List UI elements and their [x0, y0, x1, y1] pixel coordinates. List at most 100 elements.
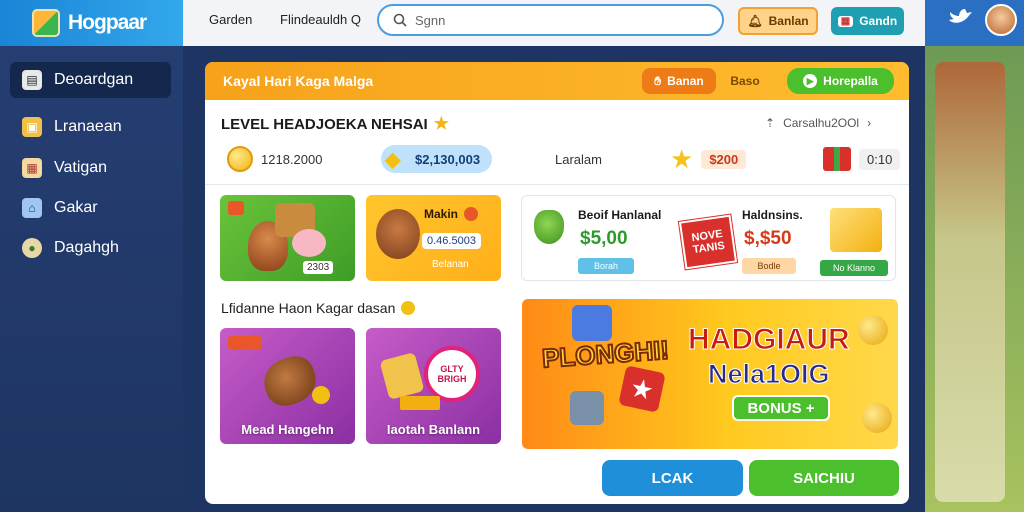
sidebar-item-home[interactable]: ▤ Deoardgan	[10, 62, 171, 98]
search-input[interactable]: Sgnn	[377, 4, 724, 36]
bell-button[interactable]: 🔔︎ Banlan	[738, 7, 818, 35]
sidebar-item-label: Dagahgh	[54, 239, 119, 256]
chevron-right-icon: ›	[867, 116, 872, 130]
coin-stat: 1218.2000	[227, 144, 322, 174]
banner-title: Kayal Hari Kaga Malga	[223, 73, 374, 89]
game-shop-screen: Hogpaar ▤ Deoardgan ▣ Lranaean ▦ Vatigan…	[0, 0, 1024, 512]
shop-icon: ▦	[22, 158, 42, 178]
sidebar: Hogpaar ▤ Deoardgan ▣ Lranaean ▦ Vatigan…	[0, 0, 183, 512]
app-name: Hogpaar	[68, 11, 147, 34]
offer-3-button[interactable]: No Klanno	[820, 260, 888, 276]
lab-label: Laralam	[555, 151, 602, 167]
star-stat: ★ $200	[670, 143, 747, 174]
banner-pill-2[interactable]: Baso	[725, 68, 765, 94]
offer-card: Beoif Hanlanal $5,00 Borah NOVE TANIS Ha…	[521, 195, 896, 281]
side-panel-decoration	[935, 62, 1005, 502]
user-icon: ●	[22, 238, 42, 258]
coin-small-icon	[401, 301, 416, 315]
shop-card-2[interactable]: Makin 0.46.5003 Belanan	[366, 195, 501, 281]
offer-stamp: NOVE TANIS	[678, 214, 738, 270]
bell-button-label: Banlan	[768, 14, 809, 28]
gem-icon: ◆	[385, 149, 401, 171]
coin-icon	[862, 403, 892, 433]
top-bar: Garden Flindeauldh Q Sgnn 🔔︎ Banlan ▦ Ga…	[183, 0, 925, 46]
app-logo[interactable]: Hogpaar	[0, 0, 183, 46]
star-icon: ★	[433, 114, 449, 133]
level-heading: LEVEL HEADJOEKA NEHSAI ★	[221, 114, 449, 134]
sidebar-item-rewards[interactable]: ▣ Lranaean	[10, 109, 171, 145]
search-icon	[393, 13, 407, 27]
star-value: $200	[701, 149, 747, 169]
search-placeholder: Sgnn	[415, 12, 446, 28]
level-right-label[interactable]: ⇡ Carsalhu2OOl ›	[765, 116, 871, 130]
coin-value: 1218.2000	[261, 151, 323, 167]
card-1-badge: 2303	[303, 261, 334, 274]
nav-link-find[interactable]: Flindeauldh Q	[280, 12, 361, 27]
item-card-2[interactable]: GLTY BRIGH Iaotah Banlann	[366, 328, 501, 444]
shield-icon	[534, 210, 564, 244]
promo-headline-1: HADGIAUR	[688, 323, 851, 357]
avatar[interactable]	[985, 4, 1017, 36]
gift-icon: ▣	[22, 117, 42, 137]
calendar-button[interactable]: ▦ Gandn	[831, 7, 904, 35]
promo-block-icon	[572, 305, 612, 341]
item-card-2-label: Iaotah Banlann	[386, 422, 481, 437]
banner-pill-3[interactable]: ▶ Horepalla	[787, 68, 894, 94]
play-icon: ▶	[803, 74, 818, 88]
offer-2-title: Haldnsins.	[742, 208, 803, 222]
star-big-icon: ★	[670, 143, 694, 174]
lock-button[interactable]: LCAK	[602, 460, 743, 496]
promo-banner[interactable]: PLONGHI! ★ HADGIAUR Nela1OIG BONUS +	[522, 299, 898, 449]
banner-pill-1-label: Banan	[667, 74, 704, 88]
gift-stat: 0:10	[823, 144, 901, 174]
coin-icon	[312, 386, 330, 404]
new-tag-icon	[228, 336, 262, 350]
bonus-button[interactable]: BONUS +	[732, 395, 830, 421]
gift-box-icon	[823, 147, 851, 171]
hand-icon: ✋︎	[654, 73, 662, 88]
fire-icon	[464, 207, 478, 221]
card-2-price: 0.46.5003	[422, 233, 481, 249]
divider	[205, 184, 909, 185]
bell-icon: 🔔︎	[747, 14, 763, 28]
pig-character-icon	[292, 229, 326, 257]
sidebar-item-label: Vatigan	[54, 159, 108, 176]
tag-icon	[228, 201, 244, 215]
level-right-text: Carsalhu2OOl	[783, 116, 860, 130]
nav-link-garden[interactable]: Garden	[209, 12, 252, 27]
character-face-icon	[376, 209, 420, 259]
gem-pill[interactable]: ◆ $2,130,003	[381, 145, 493, 173]
offer-1-title: Beoif Hanlanal	[578, 208, 662, 222]
gold-bar-icon	[830, 208, 882, 252]
item-card-2-badge: GLTY BRIGH	[424, 346, 480, 402]
gift-value: 0:10	[859, 148, 901, 170]
coin-icon	[227, 146, 253, 172]
main-panel: Kayal Hari Kaga Malga ✋︎ Banan Baso ▶ Ho…	[205, 62, 909, 504]
gem-value: $2,130,003	[415, 151, 481, 167]
search-button[interactable]: SAICHIU	[749, 460, 899, 496]
sidebar-item-profile[interactable]: ● Dagahgh	[10, 230, 171, 266]
promo-headline-2: Nela1OIG	[708, 359, 831, 390]
item-card-1-label: Mead Hangehn	[241, 422, 334, 437]
card-2-button[interactable]: Belanan	[432, 259, 469, 270]
offer-2-price: $,$50	[744, 228, 792, 249]
offer-2-button[interactable]: Bodle	[742, 258, 796, 274]
sidebar-item-shop[interactable]: ▦ Vatigan	[10, 150, 171, 186]
banner-pill-3-label: Horepalla	[823, 74, 878, 88]
shop-card-1[interactable]: 2303	[220, 195, 355, 281]
item-card-1[interactable]: Mead Hangehn	[220, 328, 355, 444]
section-heading: Lfidanne Haon Kagar dasan	[221, 300, 416, 316]
banner-pill-1[interactable]: ✋︎ Banan	[642, 68, 716, 94]
calendar-button-label: Gandn	[859, 14, 898, 28]
gem-stat: ◆ $2,130,003	[381, 144, 493, 174]
calendar-icon: ▦	[837, 15, 854, 27]
sidebar-item-home-2[interactable]: ⌂ Gakar	[10, 190, 171, 226]
bird-icon[interactable]	[947, 6, 973, 28]
level-title: LEVEL HEADJOEKA NEHSAI	[221, 115, 428, 133]
card-2-title: Makin	[424, 207, 459, 221]
promo-gift-icon	[570, 391, 604, 425]
inbox-icon: ▤	[22, 70, 42, 90]
lab-stat: Laralam	[555, 144, 602, 174]
arrow-up-icon: ⇡	[765, 116, 776, 130]
offer-1-button[interactable]: Borah	[578, 258, 634, 274]
